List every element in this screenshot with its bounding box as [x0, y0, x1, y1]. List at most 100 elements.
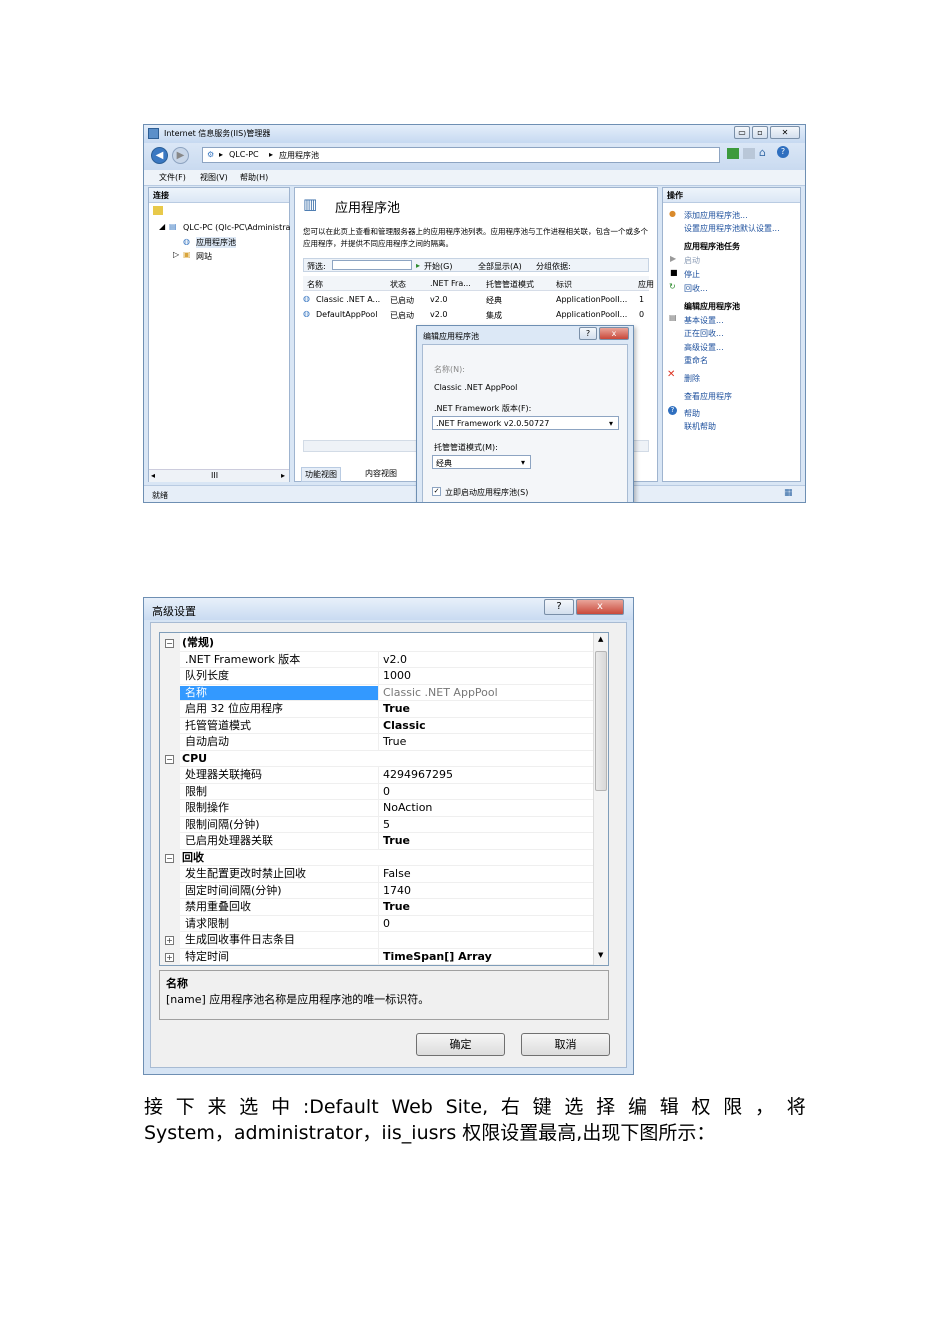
property-row[interactable]: 禁用重叠回收 True: [160, 899, 593, 916]
refresh-icon[interactable]: [727, 148, 739, 159]
property-value[interactable]: NoAction: [383, 800, 432, 816]
property-row[interactable]: 请求限制 0: [160, 915, 593, 932]
group-by-button[interactable]: 分组依据:: [536, 261, 571, 272]
maximize-button[interactable]: ▫: [752, 126, 768, 139]
property-value[interactable]: 1740: [383, 883, 411, 899]
property-value[interactable]: True: [383, 734, 406, 750]
action-rename[interactable]: 重命名: [684, 355, 708, 366]
property-row[interactable]: 托管管道模式 Classic: [160, 717, 593, 734]
col-status[interactable]: 状态: [390, 279, 406, 290]
ok-button[interactable]: 确定: [416, 1033, 505, 1056]
property-value[interactable]: True: [383, 899, 410, 915]
action-stop[interactable]: 停止: [684, 269, 700, 280]
menu-view[interactable]: 视图(V): [200, 172, 228, 183]
property-row[interactable]: 固定时间间隔(分钟) 1740: [160, 882, 593, 899]
property-row[interactable]: 名称 Classic .NET AppPool: [160, 684, 593, 701]
col-apps[interactable]: 应用: [638, 279, 654, 290]
autostart-checkbox[interactable]: ✓: [432, 487, 441, 496]
property-row[interactable]: 限制 0: [160, 783, 593, 800]
menu-help[interactable]: 帮助(H): [240, 172, 268, 183]
action-recycle[interactable]: 回收...: [684, 283, 708, 294]
table-row[interactable]: ◍ Classic .NET A... 已启动 v2.0 经典 Applicat…: [303, 292, 649, 306]
property-row[interactable]: 启用 32 位应用程序 True: [160, 701, 593, 718]
property-row[interactable]: 限制间隔(分钟) 5: [160, 816, 593, 833]
property-value[interactable]: TimeSpan[] Array: [383, 949, 492, 965]
property-category[interactable]: − 回收: [160, 850, 593, 866]
property-row[interactable]: 处理器关联掩码 4294967295: [160, 767, 593, 784]
property-value[interactable]: Classic: [383, 718, 426, 734]
connect-icon[interactable]: [153, 206, 163, 215]
property-category[interactable]: − CPU: [160, 751, 593, 767]
minimize-button[interactable]: ▭: [734, 126, 750, 139]
scroll-thumb[interactable]: [595, 651, 607, 791]
framework-select[interactable]: .NET Framework v2.0.50727 ▾: [432, 416, 619, 430]
col-name[interactable]: 名称: [307, 279, 323, 290]
property-row[interactable]: 队列长度 1000: [160, 668, 593, 685]
tab-content-view[interactable]: 内容视图: [365, 468, 397, 479]
action-online-help[interactable]: 联机帮助: [684, 421, 716, 432]
property-value[interactable]: 1000: [383, 668, 411, 684]
scroll-up-icon[interactable]: ▲: [598, 635, 603, 643]
property-row[interactable]: + 生成回收事件日志条目: [160, 932, 593, 949]
property-row[interactable]: 发生配置更改时禁止回收 False: [160, 866, 593, 883]
col-framework[interactable]: .NET Fra...: [430, 279, 471, 288]
property-value[interactable]: True: [383, 833, 410, 849]
property-row[interactable]: 限制操作 NoAction: [160, 800, 593, 817]
property-value[interactable]: 4294967295: [383, 767, 453, 783]
action-advanced-settings[interactable]: 高级设置...: [684, 342, 724, 353]
property-value[interactable]: True: [383, 701, 410, 717]
property-row[interactable]: + 特定时间 TimeSpan[] Array: [160, 948, 593, 965]
start-filter-button[interactable]: 开始(G): [424, 261, 452, 272]
property-value[interactable]: False: [383, 866, 411, 882]
table-row[interactable]: ◍ DefaultAppPool 已启动 v2.0 集成 Application…: [303, 307, 649, 321]
action-delete[interactable]: 删除: [684, 373, 700, 384]
collapse-icon[interactable]: −: [165, 639, 174, 648]
collapse-icon[interactable]: −: [165, 853, 174, 863]
home-icon[interactable]: ⌂: [759, 146, 766, 159]
property-row[interactable]: .NET Framework 版本 v2.0: [160, 651, 593, 668]
property-value[interactable]: v2.0: [383, 652, 407, 668]
action-basic-settings[interactable]: 基本设置...: [684, 315, 724, 326]
property-category[interactable]: − (常规): [160, 635, 593, 652]
property-value[interactable]: 5: [383, 817, 390, 833]
menu-file[interactable]: 文件(F): [159, 172, 186, 183]
adv-close-button[interactable]: x: [576, 599, 624, 615]
cancel-button[interactable]: 取消: [521, 1033, 610, 1056]
pipeline-select[interactable]: 经典 ▾: [432, 455, 531, 469]
breadcrumb-app-pools[interactable]: 应用程序池: [279, 150, 319, 161]
col-pipeline[interactable]: 托管管道模式: [486, 279, 534, 290]
tree-app-pools-node[interactable]: 应用程序池: [196, 237, 236, 248]
action-start[interactable]: 启动: [684, 255, 700, 266]
property-value[interactable]: 0: [383, 784, 390, 800]
action-set-defaults[interactable]: 设置应用程序池默认设置...: [684, 223, 780, 234]
property-value[interactable]: 0: [383, 916, 390, 932]
breadcrumb-server[interactable]: QLC-PC: [229, 150, 259, 159]
action-recycling[interactable]: 正在回收...: [684, 328, 724, 339]
property-value[interactable]: Classic .NET AppPool: [383, 685, 498, 701]
forward-icon[interactable]: ▶: [172, 147, 189, 164]
property-row[interactable]: 已启用处理器关联 True: [160, 833, 593, 850]
col-identity[interactable]: 标识: [556, 279, 572, 290]
property-row[interactable]: 自动启动 True: [160, 734, 593, 751]
expand-icon[interactable]: +: [165, 952, 174, 962]
action-view-apps[interactable]: 查看应用程序: [684, 391, 732, 402]
scroll-down-icon[interactable]: ▼: [598, 951, 603, 959]
help-icon[interactable]: ?: [777, 146, 789, 158]
action-add-pool[interactable]: 添加应用程序池...: [684, 210, 748, 221]
tree-hscroll[interactable]: ◂ III ▸: [149, 469, 289, 482]
tab-features-view[interactable]: 功能视图: [301, 467, 341, 482]
expand-icon[interactable]: +: [165, 936, 174, 945]
grid-vscroll[interactable]: ▲ ▼: [593, 633, 608, 965]
dialog-help-button[interactable]: ?: [579, 327, 597, 340]
filter-input[interactable]: [332, 260, 412, 270]
action-help[interactable]: 帮助: [684, 408, 700, 419]
tree-sites-node[interactable]: 网站: [196, 251, 212, 262]
show-all-button[interactable]: 全部显示(A): [478, 261, 522, 272]
collapse-icon[interactable]: −: [165, 754, 174, 764]
adv-help-button[interactable]: ?: [544, 599, 574, 615]
close-button[interactable]: ✕: [770, 126, 800, 139]
dialog-close-button[interactable]: x: [599, 327, 629, 340]
back-icon[interactable]: ◀: [151, 147, 168, 164]
address-field[interactable]: ⚙ ▸ QLC-PC ▸ 应用程序池: [202, 147, 720, 163]
stop-nav-icon[interactable]: [743, 148, 755, 159]
